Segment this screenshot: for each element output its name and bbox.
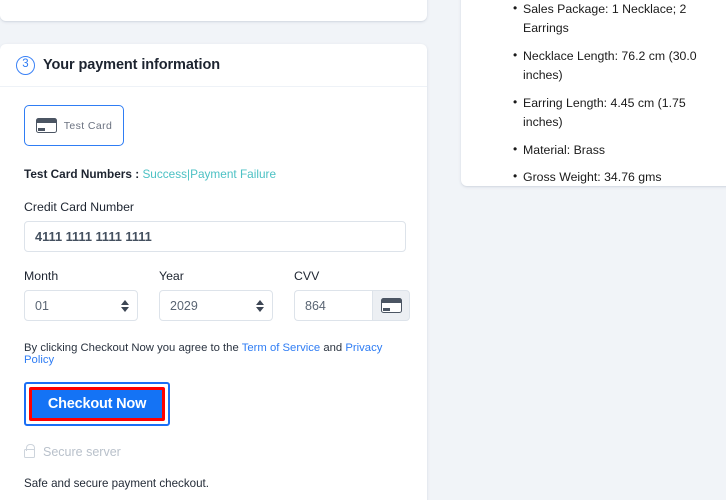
payment-section-header: 3 Your payment information <box>0 44 427 87</box>
list-item: Sales Package: 1 Necklace; 2 Earrings <box>513 0 709 38</box>
credit-card-number-input[interactable] <box>24 221 406 252</box>
month-select-wrapper: 01 <box>24 290 138 321</box>
step-number-badge: 3 <box>16 55 35 75</box>
page-title: Your payment information <box>43 57 220 73</box>
lock-icon <box>24 443 35 458</box>
success-card-link[interactable]: Success <box>142 167 187 181</box>
cvv-field: CVV <box>294 269 410 321</box>
list-item: Gross Weight: 34.76 gms <box>513 167 709 187</box>
checkout-left-column: 3 Your payment information Test Card Tes… <box>0 0 427 500</box>
cvv-input[interactable] <box>294 290 372 321</box>
list-item: Material: Brass <box>513 140 709 160</box>
month-select[interactable]: 01 <box>24 290 138 321</box>
term-of-service-link[interactable]: Term of Service <box>242 342 320 354</box>
payment-failure-card-link[interactable]: Payment Failure <box>190 167 276 181</box>
test-card-numbers-label: Test Card Numbers : <box>24 167 140 181</box>
credit-card-icon <box>380 298 402 313</box>
previous-step-card <box>0 0 427 21</box>
year-field: Year 2029 <box>159 269 273 321</box>
product-specs-list: Sales Package: 1 Necklace; 2 Earrings Ne… <box>461 0 711 196</box>
year-label: Year <box>159 269 184 283</box>
payment-form-body: Test Card Test Card Numbers : Success|Pa… <box>0 87 427 490</box>
cvv-label: CVV <box>294 269 320 283</box>
credit-card-number-label: Credit Card Number <box>24 200 135 214</box>
credit-card-number-field: Credit Card Number <box>24 200 406 252</box>
payment-information-card: 3 Your payment information Test Card Tes… <box>0 44 427 500</box>
month-label: Month <box>24 269 59 283</box>
terms-agreement-text: By clicking Checkout Now you agree to th… <box>24 342 405 366</box>
credit-card-icon <box>35 118 57 133</box>
checkout-button-focus-ring: Checkout Now <box>24 382 170 426</box>
cvv-help-button[interactable] <box>372 290 410 321</box>
year-select[interactable]: 2029 <box>159 290 273 321</box>
checkout-now-button[interactable]: Checkout Now <box>32 390 162 418</box>
terms-lead-text: By clicking Checkout Now you agree to th… <box>24 342 239 354</box>
cvv-input-group <box>294 290 410 321</box>
year-select-wrapper: 2029 <box>159 290 273 321</box>
terms-conjunction: and <box>323 342 343 354</box>
list-item: Earring Length: 4.45 cm (1.75 inches) <box>513 93 709 132</box>
secure-server-label: Secure server <box>43 445 121 459</box>
product-summary-card: Sales Package: 1 Necklace; 2 Earrings Ne… <box>461 0 726 186</box>
safe-checkout-note: Safe and secure payment checkout. <box>24 477 209 490</box>
secure-server-row: Secure server <box>24 443 405 459</box>
expiry-and-cvv-row: Month 01 Year 2029 CVV 864 <box>24 269 410 321</box>
month-field: Month 01 <box>24 269 138 321</box>
payment-method-label: Test Card <box>63 119 113 132</box>
list-item: Necklace Length: 76.2 cm (30.0 inches) <box>513 46 709 85</box>
payment-method-test-card[interactable]: Test Card <box>24 105 124 146</box>
checkout-button-annotation-box: Checkout Now <box>29 387 165 421</box>
test-card-numbers-row: Test Card Numbers : Success|Payment Fail… <box>24 167 405 181</box>
